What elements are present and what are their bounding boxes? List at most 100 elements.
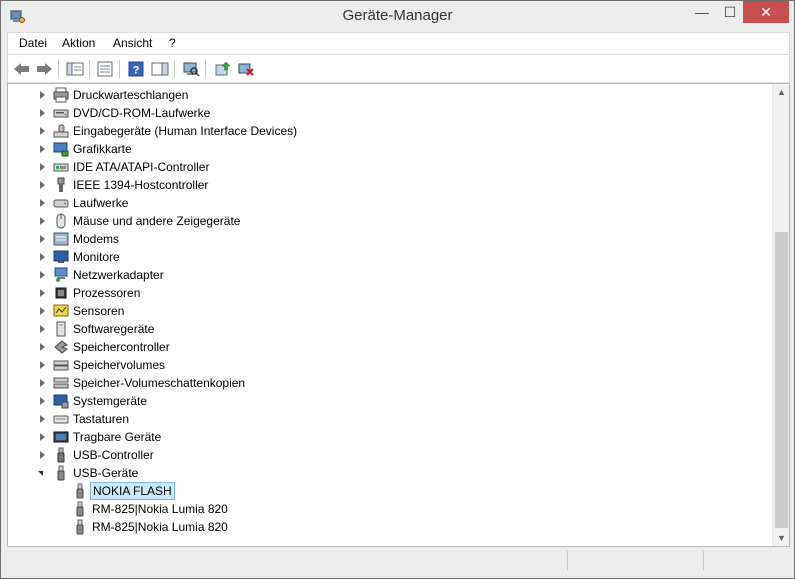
forward-arrow-icon[interactable] (34, 59, 54, 79)
tree-category-label: Mäuse und andere Zeigegeräte (73, 214, 241, 228)
tree-category-label: Speicher-Volumeschattenkopien (73, 376, 246, 390)
tree-category-row[interactable]: Prozessoren (8, 284, 768, 302)
tree-category-row[interactable]: Netzwerkadapter (8, 266, 768, 284)
tree-category-label: Speichervolumes (73, 358, 166, 372)
tree-category-row[interactable]: Speicher-Volumeschattenkopien (8, 374, 768, 392)
storage-controller-icon (54, 340, 68, 354)
expand-arrow-icon[interactable] (40, 361, 45, 369)
device-tree[interactable]: Druckwarteschlangen DVD/CD-ROM-Laufwerke E… (7, 83, 790, 547)
tree-device-row[interactable]: RM-825|Nokia Lumia 820 (8, 500, 768, 518)
expand-arrow-icon[interactable] (40, 307, 45, 315)
usb-device-icon (76, 483, 84, 499)
uninstall-device-icon[interactable] (236, 59, 256, 79)
tree-category-row[interactable]: IEEE 1394-Hostcontroller (8, 176, 768, 194)
expand-arrow-icon[interactable] (40, 253, 45, 261)
tree-category-row[interactable]: Softwaregeräte (8, 320, 768, 338)
tree-category-label: Softwaregeräte (73, 322, 155, 336)
menu-ansicht[interactable]: Ansicht (113, 36, 152, 50)
expand-arrow-icon[interactable] (40, 415, 45, 423)
expand-arrow-icon[interactable] (40, 271, 45, 279)
tree-category-row[interactable]: Mäuse und andere Zeigegeräte (8, 212, 768, 230)
shadow-copy-icon (53, 377, 69, 389)
expand-arrow-icon[interactable] (40, 289, 45, 297)
minimize-button[interactable]: — (689, 1, 715, 23)
tree-category-row[interactable]: Eingabegeräte (Human Interface Devices) (8, 122, 768, 140)
usb-controller-icon (57, 447, 65, 463)
keyboard-icon (53, 415, 69, 424)
tree-category-row[interactable]: Laufwerke (8, 194, 768, 212)
expand-arrow-icon[interactable] (40, 163, 45, 171)
tree-category-label: Sensoren (73, 304, 125, 318)
update-driver-icon[interactable] (213, 59, 233, 79)
expand-arrow-icon[interactable] (40, 91, 45, 99)
tree-category-label: Modems (73, 232, 120, 246)
tree-category-row[interactable]: Speichercontroller (8, 338, 768, 356)
menu-help[interactable]: ? (169, 36, 176, 50)
tree-category-row[interactable]: Druckwarteschlangen (8, 86, 768, 104)
sensor-icon (53, 304, 69, 317)
tree-category-row[interactable]: Grafikkarte (8, 140, 768, 158)
usb-device-icon (76, 501, 84, 517)
mouse-icon (56, 213, 66, 229)
window-title: Geräte-Manager (342, 7, 453, 24)
tree-category-row[interactable]: Sensoren (8, 302, 768, 320)
maximize-button[interactable]: ☐ (717, 1, 743, 23)
expand-arrow-icon[interactable] (40, 109, 45, 117)
expand-arrow-icon[interactable] (40, 343, 45, 351)
tree-category-row[interactable]: Monitore (8, 248, 768, 266)
show-hide-console-tree-icon[interactable] (65, 59, 85, 79)
tree-category-label: Tragbare Geräte (73, 430, 162, 444)
tree-category-label: Speichercontroller (73, 340, 170, 354)
tree-category-row[interactable]: DVD/CD-ROM-Laufwerke (8, 104, 768, 122)
usb-device-icon (57, 465, 65, 481)
vertical-scrollbar[interactable]: ▲ ▼ (772, 84, 789, 546)
expand-arrow-icon[interactable] (40, 199, 45, 207)
expand-arrow-icon[interactable] (40, 433, 45, 441)
expand-arrow-icon[interactable] (40, 181, 45, 189)
back-arrow-icon[interactable] (12, 59, 32, 79)
tree-category-row[interactable]: IDE ATA/ATAPI-Controller (8, 158, 768, 176)
modem-icon (53, 232, 69, 246)
tree-category-row[interactable]: USB-Controller (8, 446, 768, 464)
menu-aktion[interactable]: Aktion (62, 36, 95, 50)
storage-volume-icon (53, 360, 69, 371)
scan-hardware-icon[interactable] (181, 59, 201, 79)
tree-device-row[interactable]: NOKIA FLASH (8, 482, 768, 500)
action-pane-icon[interactable] (150, 59, 170, 79)
toolbar: ? (7, 54, 790, 83)
expand-arrow-icon[interactable] (40, 127, 45, 135)
expand-arrow-icon[interactable] (40, 451, 45, 459)
tree-category-row[interactable]: USB-Geräte (8, 464, 768, 482)
expand-arrow-icon[interactable] (40, 397, 45, 405)
menu-bar: Datei Aktion Ansicht ? (7, 32, 790, 54)
expand-arrow-icon[interactable] (40, 145, 45, 153)
expand-arrow-icon[interactable] (40, 325, 45, 333)
tree-device-row[interactable]: RM-825|Nokia Lumia 820 (8, 518, 768, 536)
expand-arrow-icon[interactable] (40, 217, 45, 225)
title-bar[interactable]: Geräte-Manager — ☐ ✕ (1, 1, 794, 31)
close-button[interactable]: ✕ (743, 1, 789, 23)
menu-datei[interactable]: Datei (19, 36, 47, 50)
properties-icon[interactable] (95, 59, 115, 79)
tree-category-label: IEEE 1394-Hostcontroller (73, 178, 209, 192)
scrollbar-thumb[interactable] (775, 232, 788, 528)
help-icon[interactable]: ? (126, 59, 146, 79)
scroll-up-arrow-icon[interactable]: ▲ (773, 84, 789, 100)
tree-category-row[interactable]: Tragbare Geräte (8, 428, 768, 446)
ieee1394-icon (57, 177, 65, 192)
collapse-arrow-icon[interactable] (38, 471, 43, 476)
tree-category-label: IDE ATA/ATAPI-Controller (73, 160, 210, 174)
tree-category-row[interactable]: Tastaturen (8, 410, 768, 428)
tree-category-label: Laufwerke (73, 196, 129, 210)
status-bar (7, 548, 790, 573)
tree-device-label: RM-825|Nokia Lumia 820 (92, 520, 228, 534)
usb-device-icon (76, 519, 84, 535)
tree-category-row[interactable]: Speichervolumes (8, 356, 768, 374)
tree-category-label: Druckwarteschlangen (73, 88, 189, 102)
tree-category-row[interactable]: Modems (8, 230, 768, 248)
expand-arrow-icon[interactable] (40, 235, 45, 243)
scroll-down-arrow-icon[interactable]: ▼ (773, 530, 789, 546)
tree-category-row[interactable]: Systemgeräte (8, 392, 768, 410)
dvd-drive-icon (53, 109, 69, 118)
expand-arrow-icon[interactable] (40, 379, 45, 387)
